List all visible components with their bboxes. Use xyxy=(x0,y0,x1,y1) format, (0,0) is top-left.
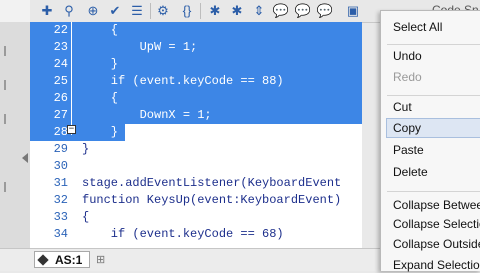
collapse-icon[interactable]: ▣ xyxy=(344,2,362,20)
actionscript-icon xyxy=(37,254,49,266)
script-tab[interactable]: AS:1 xyxy=(34,251,90,268)
format-icon[interactable]: ☰ xyxy=(128,2,146,20)
code-text: } xyxy=(82,142,90,156)
code-text: DownX = 1; xyxy=(82,108,212,122)
check-icon[interactable]: ✔ xyxy=(106,2,124,20)
fold-minus-icon[interactable]: − xyxy=(67,125,76,134)
line-number: 34 xyxy=(53,227,68,241)
fold-guide xyxy=(71,22,72,135)
code-text: if (event.keyCode == 88) xyxy=(82,74,284,88)
code-line[interactable]: 30 xyxy=(30,158,362,175)
code-text: } xyxy=(82,125,119,139)
comment-icon[interactable]: 💬 xyxy=(294,2,312,20)
menu-item-copy[interactable]: Copy xyxy=(393,120,421,136)
toolbar-divider xyxy=(200,3,201,19)
line-number: 30 xyxy=(53,159,68,173)
line-number: 24 xyxy=(53,57,68,71)
menu-item-collapse-outside[interactable]: Collapse Outside xyxy=(393,236,480,252)
menu-item-redo[interactable]: Redo xyxy=(393,69,422,85)
left-panel-strip xyxy=(0,22,31,248)
panel-marker xyxy=(4,182,6,192)
menu-item-delete[interactable]: Delete xyxy=(393,164,428,180)
line-number: 22 xyxy=(53,23,68,37)
bug-icon[interactable]: ✱ xyxy=(206,2,224,20)
code-line[interactable]: 31 stage.addEventListener(KeyboardEvent xyxy=(30,175,362,192)
code-line[interactable]: 29} xyxy=(30,141,362,158)
toolbar-divider xyxy=(150,3,151,19)
line-number: 26 xyxy=(53,91,68,105)
code-line[interactable]: 25 if (event.keyCode == 88) xyxy=(30,73,362,90)
code-text: { xyxy=(82,210,90,224)
code-text: function KeysUp(event:KeyboardEvent) xyxy=(82,193,342,207)
comment-icon[interactable]: 💬 xyxy=(316,2,334,20)
target-icon[interactable]: ⊕ xyxy=(84,2,102,20)
line-number: 29 xyxy=(53,142,68,156)
code-line[interactable]: 34 if (event.keyCode == 68) xyxy=(30,226,362,243)
code-text: { xyxy=(82,91,119,105)
line-number: 31 xyxy=(53,176,68,190)
code-text: if (event.keyCode == 68) xyxy=(82,227,284,241)
comment-icon[interactable]: 💬 xyxy=(272,2,290,20)
expand-icon[interactable]: ⇕ xyxy=(250,2,268,20)
menu-item-collapse-between[interactable]: Collapse Between xyxy=(393,197,480,213)
menu-item-collapse-selection[interactable]: Collapse Selection xyxy=(393,216,480,232)
add-icon[interactable]: ✚ xyxy=(38,2,56,20)
code-text: stage.addEventListener(KeyboardEvent xyxy=(82,176,342,190)
menu-separator xyxy=(387,44,480,45)
code-editor[interactable]: 22 {23 UpW = 1; 24 } 25 if (event.keyCode … xyxy=(30,22,362,248)
menu-item-select-all[interactable]: Select All xyxy=(393,19,442,35)
collapse-panel-arrow-icon[interactable] xyxy=(22,153,28,163)
code-text: UpW = 1; xyxy=(82,40,198,54)
line-number: 33 xyxy=(53,210,68,224)
context-menu-gutter xyxy=(381,11,384,271)
menu-item-cut[interactable]: Cut xyxy=(393,99,412,115)
code-text: } xyxy=(82,57,119,71)
line-number: 25 xyxy=(53,74,68,88)
braces-icon[interactable]: {} xyxy=(178,2,196,20)
line-number: 32 xyxy=(53,193,68,207)
code-line[interactable]: 24 } xyxy=(30,56,362,73)
pin-icon[interactable]: ⊞ xyxy=(96,253,105,266)
code-line[interactable]: 32 function KeysUp(event:KeyboardEvent) xyxy=(30,192,362,209)
find-icon[interactable]: ⚲ xyxy=(60,2,78,20)
toolbar-left-region xyxy=(0,0,30,22)
menu-item-undo[interactable]: Undo xyxy=(393,48,422,64)
code-line[interactable]: 33 { xyxy=(30,209,362,226)
code-text: { xyxy=(82,23,119,37)
code-line[interactable]: 26 { xyxy=(30,90,362,107)
menu-item-expand-selection[interactable]: Expand Selection xyxy=(393,257,480,273)
panel-marker xyxy=(4,114,6,124)
bug-icon[interactable]: ✱ xyxy=(228,2,246,20)
code-line[interactable]: 28 } xyxy=(30,124,125,141)
context-menu: Select All Undo Redo Cut Copy Paste Dele… xyxy=(380,10,480,273)
menu-separator xyxy=(387,95,480,96)
line-number: 23 xyxy=(53,40,68,54)
code-line[interactable]: 27 DownX = 1; xyxy=(30,107,362,124)
line-number: 28 xyxy=(53,125,68,139)
code-line[interactable]: 23 UpW = 1; xyxy=(30,39,362,56)
panel-marker xyxy=(4,80,6,90)
code-line[interactable]: 22 { xyxy=(30,22,362,39)
menu-separator xyxy=(387,191,480,192)
panel-marker xyxy=(4,46,6,56)
script-tab-label: AS:1 xyxy=(55,253,83,267)
menu-item-paste[interactable]: Paste xyxy=(393,142,424,158)
debug-icon[interactable]: ⚙ xyxy=(154,2,172,20)
line-number: 27 xyxy=(53,108,68,122)
